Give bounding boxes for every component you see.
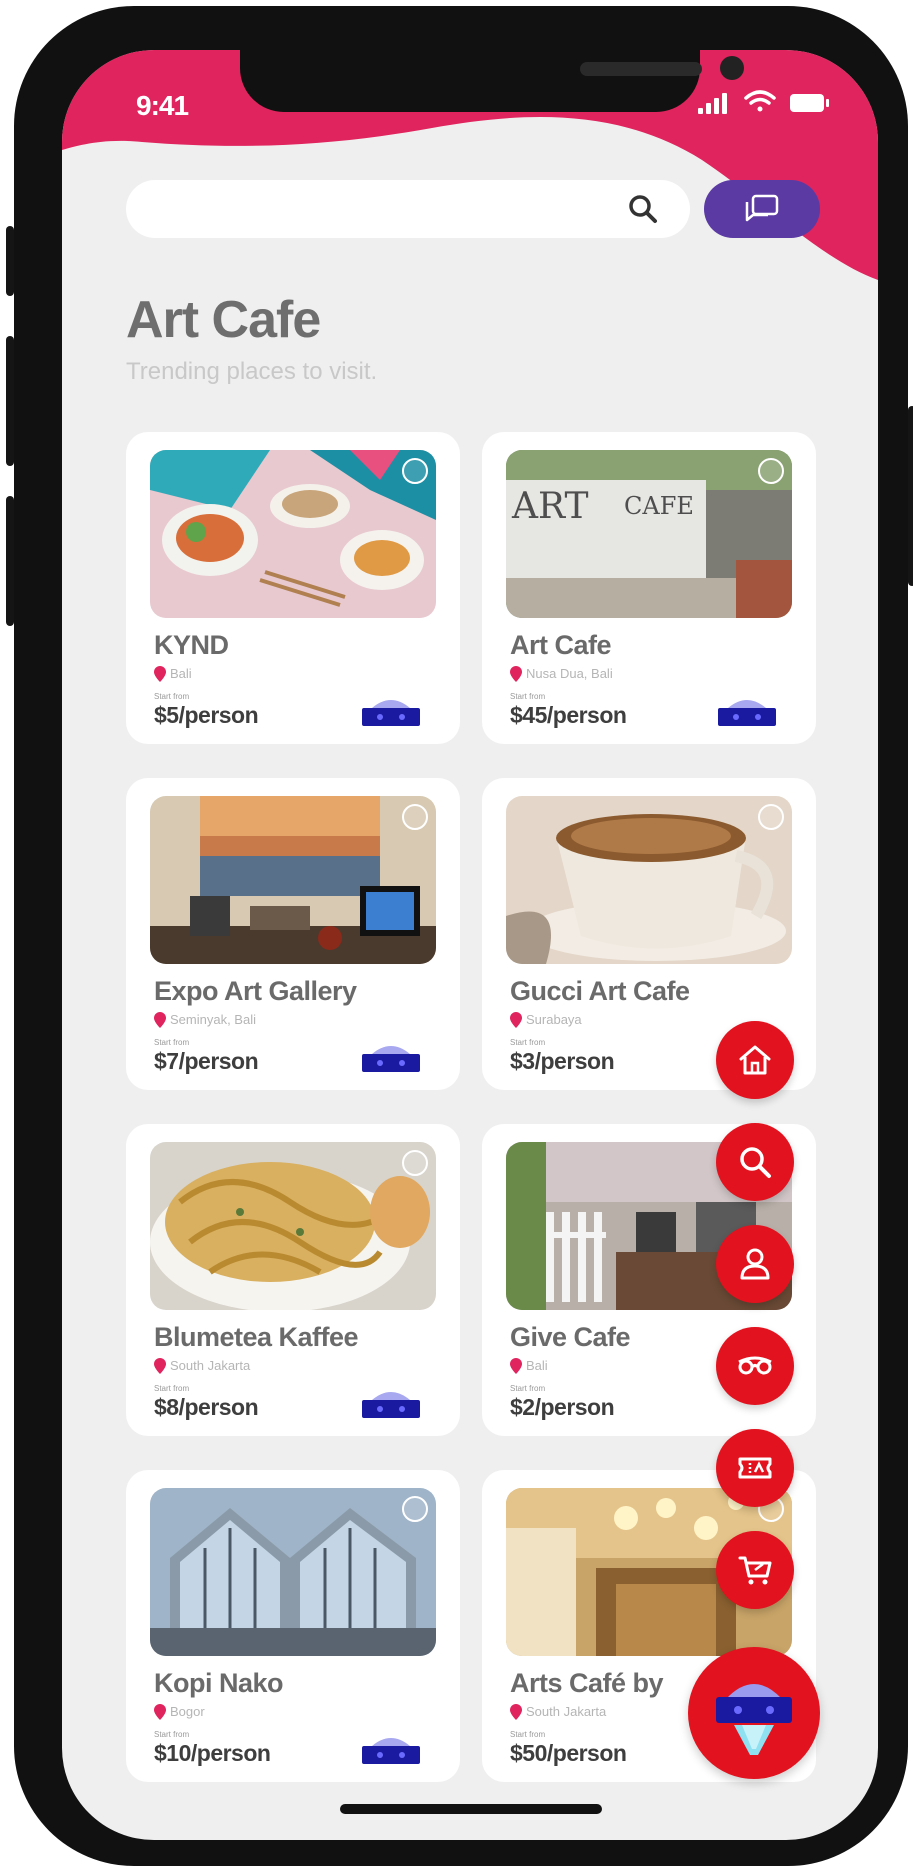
location-pin-icon — [154, 1358, 166, 1374]
profile-icon — [740, 1248, 770, 1280]
favorite-heart-icon[interactable] — [402, 458, 428, 484]
location-pin-icon — [510, 1704, 522, 1720]
search-icon[interactable] — [626, 192, 660, 226]
place-name: Gucci Art Cafe — [510, 976, 690, 1006]
place-card[interactable]: Kopi Nako Bogor Start from $10/person — [126, 1470, 460, 1782]
favorite-heart-icon[interactable] — [402, 1496, 428, 1522]
fab-ticket-button[interactable] — [716, 1429, 794, 1507]
vr-view-icon[interactable] — [360, 1732, 422, 1766]
status-time: 9:41 — [136, 90, 189, 121]
home-icon — [739, 1045, 771, 1075]
place-location: South Jakarta — [170, 1358, 251, 1373]
fab-vr-button[interactable] — [716, 1327, 794, 1405]
vr-view-icon[interactable] — [716, 694, 778, 728]
place-image — [150, 450, 436, 618]
place-name: Blumetea Kaffee — [154, 1322, 359, 1352]
location-pin-icon — [154, 1704, 166, 1720]
price-prefix: Start from — [510, 1038, 546, 1047]
place-image — [150, 1142, 436, 1310]
place-location: Bali — [170, 666, 192, 681]
vr-glasses-icon — [738, 1356, 772, 1375]
home-indicator — [340, 1804, 602, 1814]
chat-button[interactable] — [704, 180, 820, 238]
side-button — [6, 226, 14, 296]
svg-text:ART: ART — [511, 486, 588, 527]
favorite-heart-icon[interactable] — [402, 804, 428, 830]
place-location: Nusa Dua, Bali — [526, 666, 613, 681]
svg-text:CAFE: CAFE — [624, 492, 694, 520]
notch — [240, 50, 744, 112]
search-icon — [740, 1147, 771, 1178]
place-price: $8/person — [154, 1394, 259, 1420]
price-prefix: Start from — [510, 1384, 546, 1393]
favorite-heart-icon[interactable] — [402, 1150, 428, 1176]
place-image — [150, 796, 436, 964]
phone-frame: 9:41 Art Cafe Trending places to visit. … — [6, 6, 913, 1866]
price-prefix: Start from — [154, 1384, 190, 1393]
ticket-icon — [738, 1457, 772, 1479]
place-price: $10/person — [154, 1740, 271, 1766]
place-card[interactable]: KYND Bali Start from $5/person — [126, 432, 460, 744]
price-prefix: Start from — [510, 692, 546, 701]
favorite-heart-icon[interactable] — [758, 458, 784, 484]
status-icons — [698, 90, 829, 114]
cart-icon — [738, 1556, 772, 1585]
place-image — [150, 1488, 436, 1656]
front-camera — [720, 56, 744, 80]
vr-view-icon[interactable] — [360, 1040, 422, 1074]
place-name: Kopi Nako — [154, 1668, 284, 1698]
price-prefix: Start from — [510, 1730, 546, 1739]
place-name: Art Cafe — [510, 630, 612, 660]
page-title: Art Cafe — [126, 291, 321, 349]
location-pin-icon — [510, 666, 522, 682]
price-prefix: Start from — [154, 1038, 190, 1047]
wifi-icon — [744, 90, 776, 112]
fab-profile-button[interactable] — [716, 1225, 794, 1303]
place-location: South Jakarta — [526, 1704, 607, 1719]
side-button — [908, 406, 913, 586]
favorite-heart-icon[interactable] — [758, 804, 784, 830]
vr-view-icon[interactable] — [360, 1386, 422, 1420]
side-button — [6, 496, 14, 626]
vr-view-icon[interactable] — [360, 694, 422, 728]
place-card[interactable]: ART CAFE Art Cafe Nusa Dua, Bali Start f… — [482, 432, 816, 744]
location-pin-icon — [510, 1012, 522, 1028]
place-location: Bogor — [170, 1704, 205, 1719]
place-price: $2/person — [510, 1394, 615, 1420]
place-price: $3/person — [510, 1048, 615, 1074]
place-image: ART CAFE — [506, 450, 792, 618]
app-screen: 9:41 Art Cafe Trending places to visit. … — [62, 50, 878, 1840]
signal-icon — [698, 93, 727, 114]
place-price: $7/person — [154, 1048, 259, 1074]
fab-cart-button[interactable] — [716, 1531, 794, 1609]
vr-headset-icon — [716, 1684, 792, 1755]
search-input[interactable] — [126, 180, 690, 238]
place-card[interactable]: Expo Art Gallery Seminyak, Bali Start fr… — [126, 778, 460, 1090]
place-name: Arts Café by — [510, 1668, 664, 1698]
fab-home-button[interactable] — [716, 1021, 794, 1099]
speaker — [580, 62, 702, 76]
place-price: $5/person — [154, 702, 259, 728]
location-pin-icon — [510, 1358, 522, 1374]
vr-view-main-button[interactable] — [688, 1647, 820, 1779]
fab-search-button[interactable] — [716, 1123, 794, 1201]
location-pin-icon — [154, 666, 166, 682]
place-name: Give Cafe — [510, 1322, 631, 1352]
price-prefix: Start from — [154, 692, 190, 701]
place-price: $50/person — [510, 1740, 627, 1766]
side-button — [6, 336, 14, 466]
place-location: Seminyak, Bali — [170, 1012, 256, 1027]
place-card[interactable]: Blumetea Kaffee South Jakarta Start from… — [126, 1124, 460, 1436]
battery-icon — [790, 94, 829, 112]
chat-icon — [745, 194, 779, 222]
price-prefix: Start from — [154, 1730, 190, 1739]
place-price: $45/person — [510, 702, 627, 728]
place-image — [506, 796, 792, 964]
place-name: Expo Art Gallery — [154, 976, 357, 1006]
page-subtitle: Trending places to visit. — [126, 358, 378, 385]
place-location: Surabaya — [526, 1012, 582, 1027]
location-pin-icon — [154, 1012, 166, 1028]
place-location: Bali — [526, 1358, 548, 1373]
place-name: KYND — [154, 630, 229, 660]
